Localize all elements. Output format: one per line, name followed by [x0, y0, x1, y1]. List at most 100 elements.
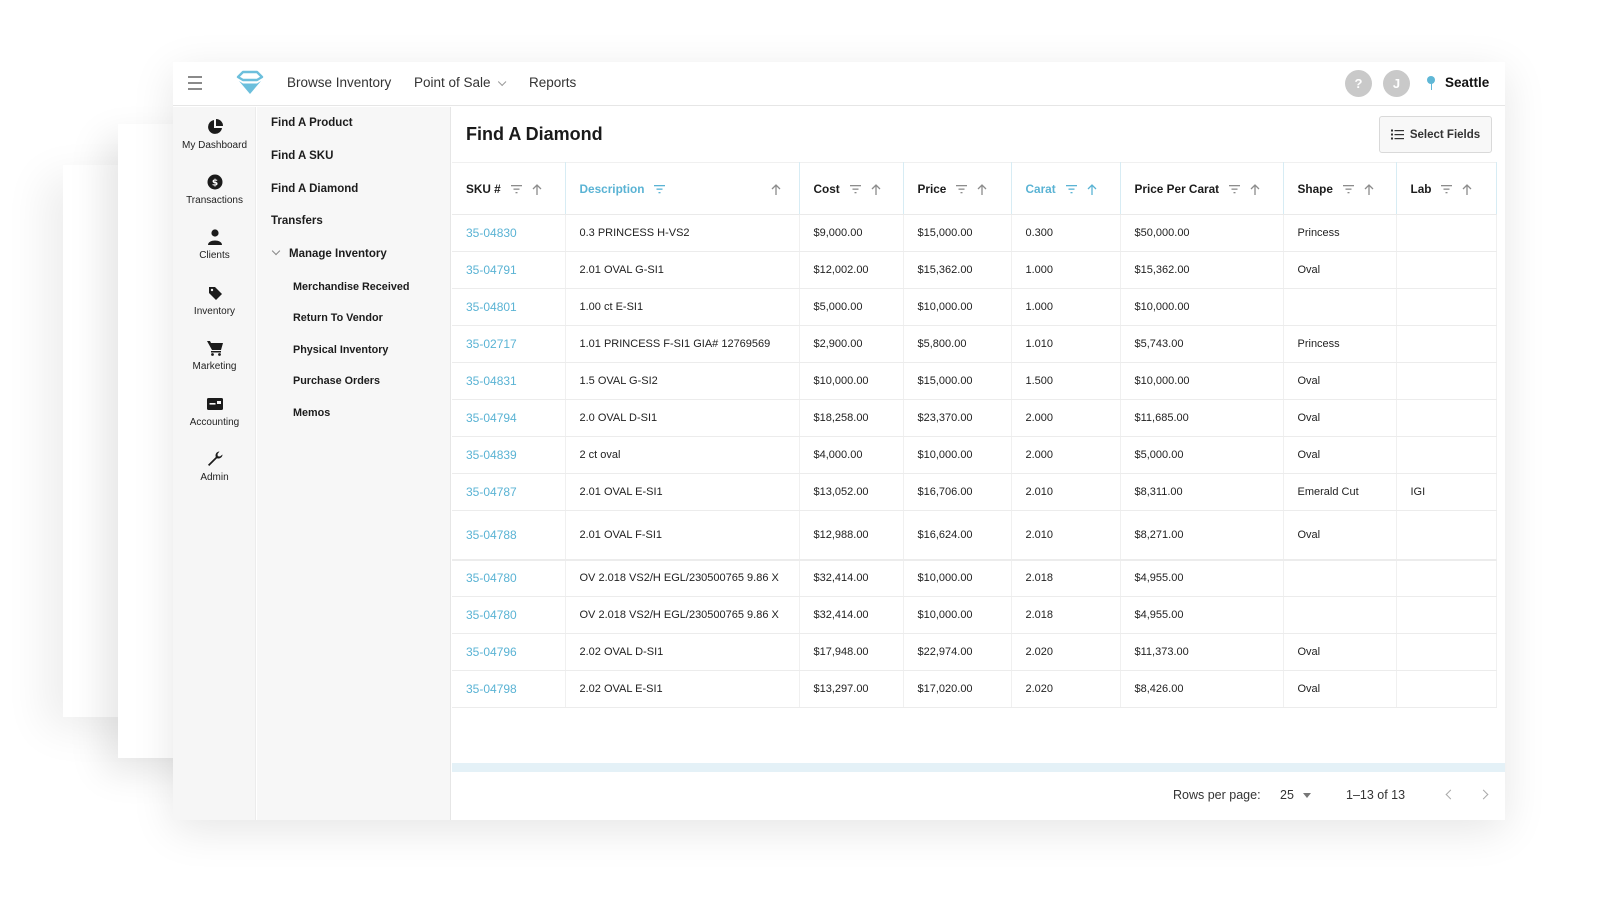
lab-cell	[1396, 670, 1497, 708]
filter-icon[interactable]	[1342, 184, 1354, 194]
rail-item-inventory[interactable]: Inventory	[173, 284, 256, 317]
subnav-merchandise-received[interactable]: Merchandise Received	[293, 281, 409, 293]
rail-item-transactions[interactable]: $ Transactions	[173, 173, 256, 206]
sort-ascending-icon[interactable]	[1462, 183, 1472, 195]
filter-icon[interactable]	[1441, 184, 1453, 194]
table-row[interactable]: 35-04788 2.01 OVAL F-SI1 $12,988.00 $16,624…	[452, 510, 1497, 561]
table-row[interactable]: 35-02717 1.01 PRINCESS F-SI1 GIA# 1276956…	[452, 325, 1497, 363]
column-header[interactable]: SKU #	[452, 162, 566, 215]
sort-ascending-icon[interactable]	[1364, 183, 1374, 195]
column-header[interactable]: Shape	[1283, 162, 1397, 215]
select-fields-button[interactable]: Select Fields	[1379, 116, 1492, 153]
filter-icon[interactable]	[1065, 184, 1077, 194]
sku-cell[interactable]: 35-04798	[452, 670, 566, 708]
sort-ascending-icon[interactable]	[771, 183, 781, 195]
table-row[interactable]: 35-04796 2.02 OVAL D-SI1 $17,948.00 $22,974…	[452, 633, 1497, 671]
subnav-find-a-product[interactable]: Find A Product	[271, 117, 353, 129]
shape-cell: Oval	[1283, 251, 1397, 289]
price-per-carat-cell: $11,685.00	[1120, 399, 1284, 437]
rail-item-my-dashboard[interactable]: My Dashboard	[173, 118, 256, 151]
rows-per-page-label: Rows per page:	[1173, 788, 1261, 802]
description-cell: 2.02 OVAL E-SI1	[565, 670, 800, 708]
table-row[interactable]: 35-04831 1.5 OVAL G-SI2 $10,000.00 $15,000.…	[452, 362, 1497, 400]
column-header[interactable]: Price Per Carat	[1120, 162, 1284, 215]
column-header-label: Carat	[1025, 181, 1056, 196]
sku-cell[interactable]: 35-04839	[452, 436, 566, 474]
sku-cell[interactable]: 35-04801	[452, 288, 566, 326]
table-row[interactable]: 35-04794 2.0 OVAL D-SI1 $18,258.00 $23,370.…	[452, 399, 1497, 437]
sort-ascending-icon[interactable]	[1087, 183, 1097, 195]
cost-cell: $32,414.00	[799, 559, 904, 597]
table-row[interactable]: 35-04780 OV 2.018 VS2/H EGL/230500765 9.8…	[452, 559, 1497, 597]
table-row[interactable]: 35-04780 OV 2.018 VS2/H EGL/230500765 9.8…	[452, 596, 1497, 634]
subnav-find-a-sku[interactable]: Find A SKU	[271, 150, 333, 162]
nav-point-of-sale[interactable]: Point of Sale	[414, 75, 506, 90]
table-row[interactable]: 35-04801 1.00 ct E-SI1 $5,000.00 $10,000.00…	[452, 288, 1497, 326]
sku-cell[interactable]: 35-04791	[452, 251, 566, 289]
carat-cell: 2.018	[1011, 559, 1121, 597]
diamond-logo-icon[interactable]	[235, 68, 265, 98]
table-row[interactable]: 35-04798 2.02 OVAL E-SI1 $13,297.00 $17,020…	[452, 670, 1497, 708]
table-row[interactable]: 35-04787 2.01 OVAL E-SI1 $13,052.00 $16,706…	[452, 473, 1497, 511]
table-row[interactable]: 35-04791 2.01 OVAL G-SI1 $12,002.00 $15,362…	[452, 251, 1497, 289]
sku-cell[interactable]: 35-04796	[452, 633, 566, 671]
sku-cell[interactable]: 35-02717	[452, 325, 566, 363]
sku-cell[interactable]: 35-04787	[452, 473, 566, 511]
lab-cell	[1396, 325, 1497, 363]
sku-cell[interactable]: 35-04788	[452, 510, 566, 561]
sku-cell[interactable]: 35-04794	[452, 399, 566, 437]
previous-page-button[interactable]	[1443, 787, 1457, 803]
sort-ascending-icon[interactable]	[977, 183, 987, 195]
rail-item-admin[interactable]: Admin	[173, 450, 256, 483]
rail-label: Admin	[200, 472, 229, 483]
description-cell: 2.01 OVAL G-SI1	[565, 251, 800, 289]
subnav-transfers[interactable]: Transfers	[271, 215, 323, 227]
horizontal-scrollbar[interactable]	[452, 763, 1505, 772]
filter-icon[interactable]	[956, 184, 968, 194]
user-avatar[interactable]: J	[1383, 70, 1410, 97]
sort-ascending-icon[interactable]	[532, 183, 542, 195]
subnav-memos[interactable]: Memos	[293, 407, 330, 419]
description-cell: 0.3 PRINCESS H-VS2	[565, 214, 800, 252]
column-header[interactable]: Price	[903, 162, 1012, 215]
sort-ascending-icon[interactable]	[871, 183, 881, 195]
menu-icon[interactable]	[188, 76, 202, 90]
sku-cell[interactable]: 35-04780	[452, 559, 566, 597]
rail-label: Transactions	[186, 195, 243, 206]
rail-item-marketing[interactable]: Marketing	[173, 339, 256, 372]
filter-icon[interactable]	[654, 184, 666, 194]
help-button[interactable]: ?	[1345, 70, 1372, 97]
rows-per-page-select[interactable]: 25	[1280, 788, 1311, 802]
table-row[interactable]: 35-04839 2 ct oval $4,000.00 $10,000.00 2.00…	[452, 436, 1497, 474]
column-header[interactable]: Description	[565, 162, 800, 215]
filter-icon[interactable]	[510, 184, 522, 194]
person-icon	[207, 229, 222, 245]
cost-cell: $17,948.00	[799, 633, 904, 671]
nav-browse-inventory[interactable]: Browse Inventory	[287, 75, 391, 90]
nav-reports[interactable]: Reports	[529, 75, 576, 90]
chevron-right-icon	[1478, 789, 1489, 800]
table-row[interactable]: 35-04830 0.3 PRINCESS H-VS2 $9,000.00 $15,0…	[452, 214, 1497, 252]
price-per-carat-cell: $5,000.00	[1120, 436, 1284, 474]
sku-cell[interactable]: 35-04831	[452, 362, 566, 400]
rail-item-clients[interactable]: Clients	[173, 228, 256, 261]
column-header[interactable]: Cost	[799, 162, 904, 215]
main-content: Find A Diamond Select Fields SKU # Descri…	[452, 107, 1505, 820]
subnav-find-a-diamond[interactable]: Find A Diamond	[271, 183, 358, 195]
column-header[interactable]: Carat	[1011, 162, 1121, 215]
column-header[interactable]: Lab	[1396, 162, 1497, 215]
sku-cell[interactable]: 35-04780	[452, 596, 566, 634]
carat-cell: 1.000	[1011, 288, 1121, 326]
location-selector[interactable]: Seattle	[1427, 75, 1489, 90]
sort-ascending-icon[interactable]	[1250, 183, 1260, 195]
sku-cell[interactable]: 35-04830	[452, 214, 566, 252]
rail-item-accounting[interactable]: Accounting	[173, 395, 256, 428]
description-cell: OV 2.018 VS2/H EGL/230500765 9.86 X	[565, 596, 800, 634]
filter-icon[interactable]	[849, 184, 861, 194]
subnav-group-manage-inventory[interactable]: Manage Inventory	[271, 246, 387, 260]
subnav-purchase-orders[interactable]: Purchase Orders	[293, 375, 380, 387]
filter-icon[interactable]	[1229, 184, 1241, 194]
subnav-return-to-vendor[interactable]: Return To Vendor	[293, 312, 383, 324]
subnav-physical-inventory[interactable]: Physical Inventory	[293, 344, 388, 356]
next-page-button[interactable]	[1478, 787, 1493, 803]
